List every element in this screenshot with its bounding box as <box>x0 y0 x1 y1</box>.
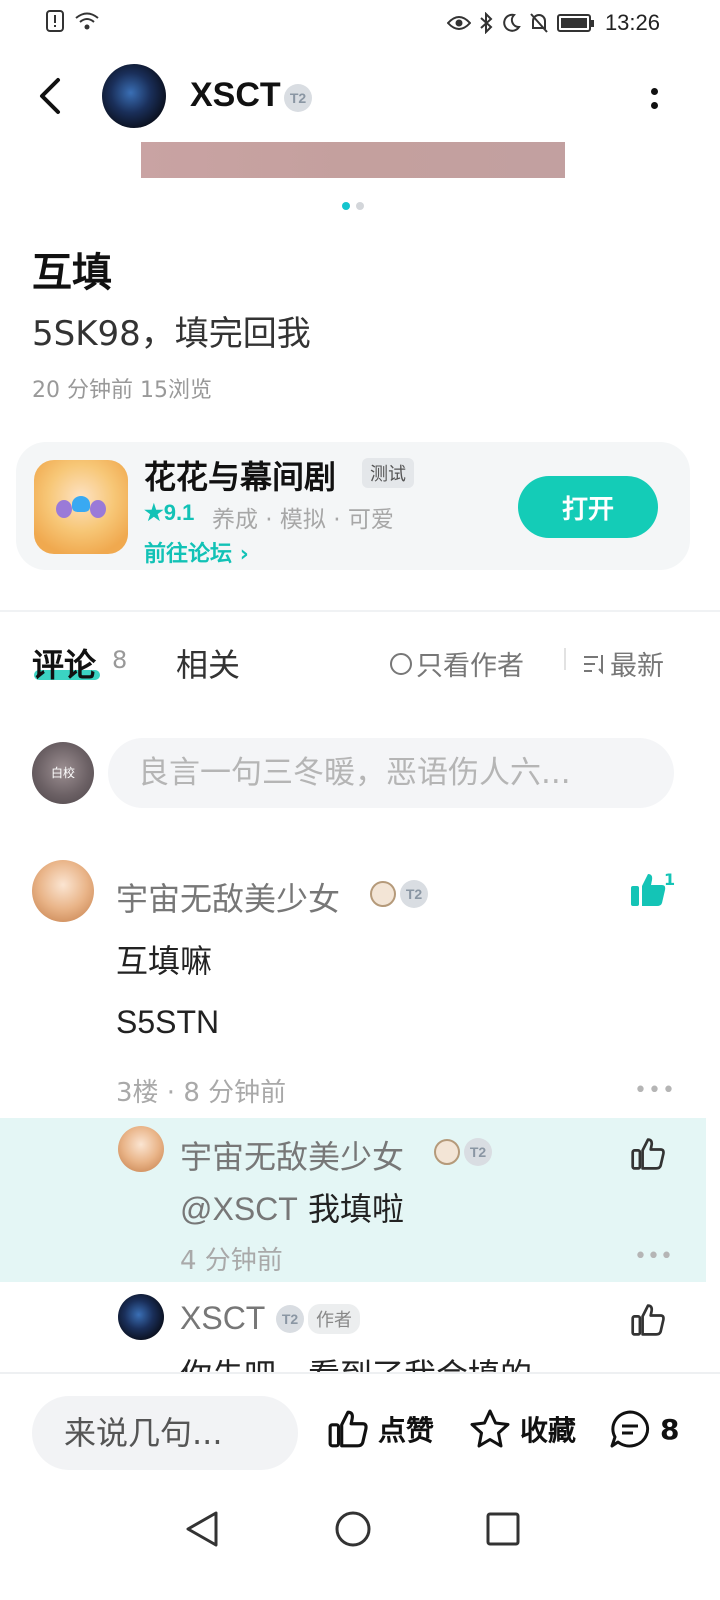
post-image[interactable] <box>141 142 565 178</box>
mute-bell-icon <box>530 13 548 33</box>
bottom-action-bar: 来说几句... 点赞 收藏 8 <box>0 1372 720 1490</box>
comment-meta: 3楼 · 8 分钟前 <box>116 1078 287 1108</box>
only-author-label: 只看作者 <box>416 651 524 682</box>
bluetooth-icon <box>480 12 493 34</box>
rating-value: 9.1 <box>163 500 195 525</box>
reply-more-button[interactable]: ••• <box>634 1244 673 1269</box>
level-badge: T2 <box>276 1305 304 1333</box>
post-title: 互填 <box>32 250 112 296</box>
radio-icon <box>390 652 412 675</box>
eye-icon <box>446 16 471 30</box>
reply-user-name[interactable]: XSCT <box>180 1300 265 1337</box>
thumbs-up-filled-icon <box>631 874 666 906</box>
chevron-right-icon: › <box>239 542 249 567</box>
divider <box>0 610 720 612</box>
thumbs-up-icon <box>631 1138 665 1170</box>
pager-dot <box>356 202 364 210</box>
system-nav-bar <box>0 1490 720 1600</box>
sticker-badge-icon <box>370 881 396 907</box>
tab-comments[interactable]: 评论 <box>32 640 96 686</box>
comments-count: 8 <box>112 646 128 674</box>
game-name[interactable]: 花花与幕间剧 <box>144 452 336 498</box>
sticker-badge-icon <box>434 1139 460 1165</box>
more-options-button[interactable] <box>640 80 668 116</box>
sort-button[interactable]: 最新 <box>582 644 664 683</box>
reply-avatar[interactable] <box>118 1126 164 1172</box>
only-author-toggle[interactable]: 只看作者 <box>390 644 524 683</box>
comment-bubble-icon <box>610 1410 650 1448</box>
image-pager <box>342 202 364 210</box>
thumbs-up-icon <box>631 1304 665 1336</box>
commenter-name[interactable]: 宇宙无敌美少女 <box>116 874 340 920</box>
reply-meta: 4 分钟前 <box>180 1246 283 1276</box>
clock: 13:26 <box>604 10 660 35</box>
comment-text: 互填嘛 <box>116 942 213 980</box>
post-meta: 20 分钟前 15浏览 <box>32 378 212 403</box>
level-badge: T2 <box>464 1138 492 1166</box>
back-button[interactable] <box>32 74 72 118</box>
comment-like-count: 1 <box>664 870 676 889</box>
game-status-tag: 测试 <box>362 458 414 488</box>
back-arrow-icon <box>40 78 60 114</box>
say-something-input[interactable]: 来说几句... <box>32 1396 298 1470</box>
thumbs-up-icon <box>328 1410 368 1448</box>
reply-body: 我填啦 <box>308 1190 405 1228</box>
sort-label: 最新 <box>610 651 664 682</box>
like-label: 点赞 <box>378 1414 435 1447</box>
open-game-button[interactable]: 打开 <box>518 476 658 538</box>
wifi-icon <box>75 12 99 30</box>
reply-avatar[interactable] <box>118 1294 164 1340</box>
commenter-avatar[interactable] <box>32 860 94 922</box>
game-card[interactable]: 花花与幕间剧 测试 ★9.1 养成 · 模拟 · 可爱 前往论坛 › 打开 <box>16 442 690 570</box>
comment-count: 8 <box>660 1412 680 1446</box>
comment-text: S5STN <box>116 1004 220 1040</box>
author-name[interactable]: XSCT <box>190 76 281 115</box>
reply-badges: T2 <box>434 1138 492 1166</box>
commenter-badges: T2 <box>370 880 428 908</box>
star-icon <box>470 1409 510 1448</box>
favorite-button[interactable]: 收藏 <box>468 1408 576 1450</box>
sort-icon <box>584 654 603 674</box>
moon-icon <box>503 13 521 32</box>
nav-home-icon[interactable] <box>334 1510 372 1548</box>
level-badge: T2 <box>400 880 428 908</box>
reply-text: @XSCT 我填啦 <box>180 1184 404 1230</box>
nav-back-icon[interactable] <box>184 1510 220 1548</box>
author-tag: 作者 <box>308 1304 360 1334</box>
reply-like-button[interactable] <box>630 1302 666 1338</box>
tab-related[interactable]: 相关 <box>176 640 240 686</box>
like-button[interactable]: 点赞 <box>326 1408 434 1450</box>
favorite-label: 收藏 <box>520 1414 577 1447</box>
reply-like-button[interactable] <box>630 1136 666 1172</box>
forum-link-label: 前往论坛 <box>144 542 233 567</box>
alert-icon <box>46 10 64 32</box>
game-categories: 养成 · 模拟 · 可爱 <box>212 507 394 533</box>
forum-link[interactable]: 前往论坛 › <box>144 536 249 568</box>
reply-badges: T2 作者 <box>276 1304 360 1334</box>
comment-input[interactable]: 良言一句三冬暖，恶语伤人六... <box>108 738 674 808</box>
battery-icon <box>556 14 594 32</box>
status-bar: 13:26 <box>0 0 720 48</box>
nav-recents-icon[interactable] <box>486 1512 520 1546</box>
star-icon: ★ <box>144 500 164 525</box>
comments-button[interactable]: 8 <box>608 1408 679 1450</box>
header: XSCT T2 <box>0 56 720 136</box>
level-badge: T2 <box>284 84 312 112</box>
author-avatar[interactable] <box>102 64 166 128</box>
game-app-icon[interactable] <box>34 460 128 554</box>
post-body: 5SK98，填完回我 <box>32 314 311 354</box>
game-rating: ★9.1 <box>144 500 194 526</box>
my-avatar[interactable]: 白校 <box>32 742 94 804</box>
comment-more-button[interactable]: ••• <box>634 1078 676 1103</box>
reply-user-name[interactable]: 宇宙无敌美少女 <box>180 1132 404 1178</box>
filter-separator <box>564 648 566 670</box>
pager-dot-active <box>342 202 350 210</box>
reply-mention[interactable]: @XSCT <box>180 1191 298 1227</box>
